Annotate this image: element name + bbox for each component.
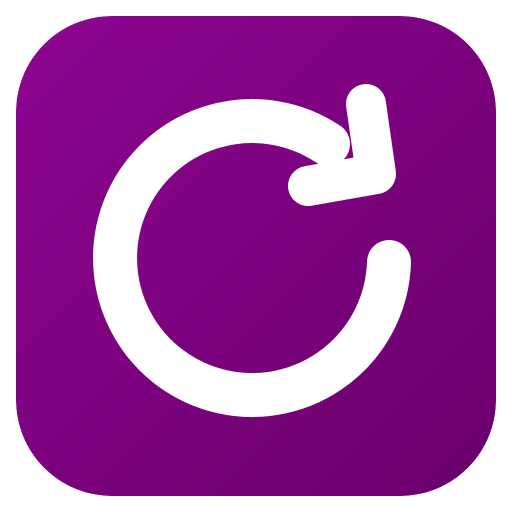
refresh-icon (16, 16, 496, 496)
icon-background (16, 16, 496, 496)
icon-canvas (0, 0, 512, 512)
app-icon-tile[interactable] (16, 16, 496, 496)
